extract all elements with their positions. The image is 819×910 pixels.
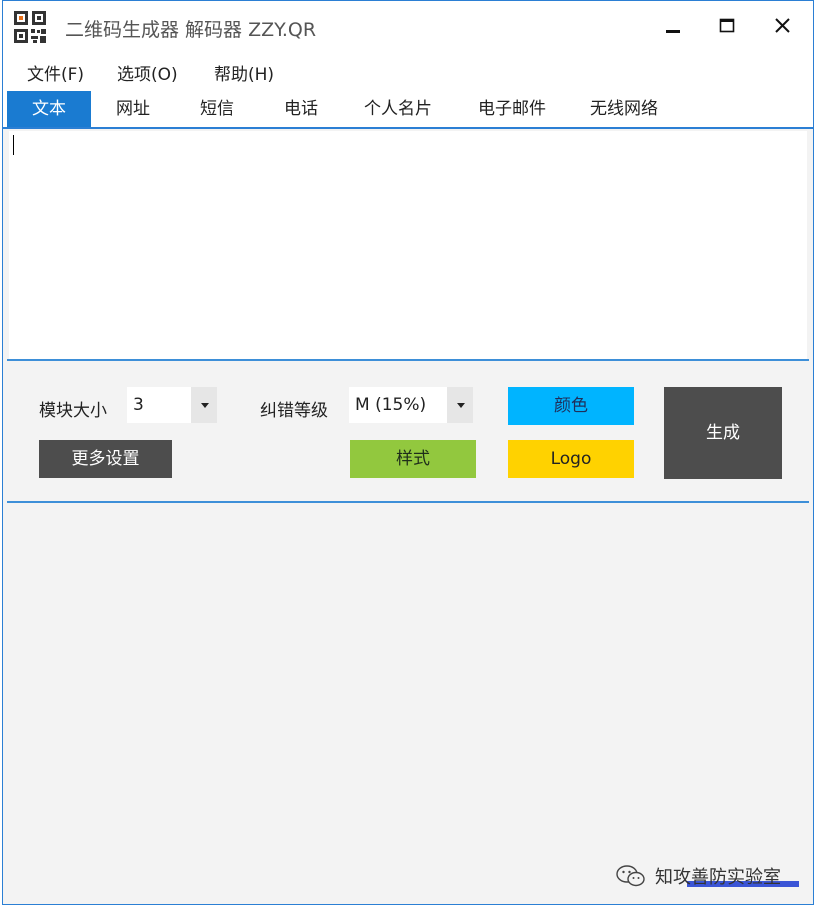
logo-button[interactable]: Logo bbox=[508, 440, 634, 478]
module-size-label: 模块大小 bbox=[39, 401, 107, 421]
divider-top bbox=[7, 359, 809, 361]
divider-bottom bbox=[7, 501, 809, 503]
color-button[interactable]: 颜色 bbox=[508, 387, 634, 425]
tab-text[interactable]: 文本 bbox=[7, 91, 91, 127]
error-level-value: M (15%) bbox=[355, 395, 427, 415]
more-settings-button[interactable]: 更多设置 bbox=[39, 440, 172, 478]
module-size-select[interactable]: 3 bbox=[127, 387, 217, 423]
tab-business-card[interactable]: 个人名片 bbox=[353, 91, 443, 127]
tab-wifi[interactable]: 无线网络 bbox=[579, 91, 669, 127]
menu-bar: 文件(F) 选项(O) 帮助(H) bbox=[3, 51, 813, 91]
window-title: 二维码生成器 解码器 ZZY.QR bbox=[65, 19, 317, 41]
tab-url[interactable]: 网址 bbox=[101, 91, 165, 127]
text-caret bbox=[13, 135, 14, 155]
tab-sms[interactable]: 短信 bbox=[185, 91, 249, 127]
menu-file[interactable]: 文件(F) bbox=[27, 60, 84, 85]
watermark-text: 知攻善防实验室 bbox=[655, 867, 781, 888]
style-button[interactable]: 样式 bbox=[350, 440, 476, 478]
maximize-icon[interactable] bbox=[709, 11, 745, 41]
qr-code-icon bbox=[13, 10, 47, 44]
chevron-down-icon[interactable] bbox=[447, 387, 473, 423]
tab-bar: 文本 网址 短信 电话 个人名片 电子邮件 无线网络 bbox=[3, 91, 813, 129]
module-size-value: 3 bbox=[133, 395, 144, 415]
tab-email[interactable]: 电子邮件 bbox=[467, 91, 557, 127]
watermark: 知攻善防实验室 bbox=[615, 863, 805, 889]
chevron-down-icon[interactable] bbox=[191, 387, 217, 423]
menu-help[interactable]: 帮助(H) bbox=[214, 60, 274, 85]
tab-phone[interactable]: 电话 bbox=[269, 91, 333, 127]
error-level-label: 纠错等级 bbox=[260, 401, 328, 421]
minimize-icon[interactable] bbox=[655, 11, 691, 41]
generate-button[interactable]: 生成 bbox=[664, 387, 782, 479]
content-text-input[interactable] bbox=[9, 131, 807, 359]
error-level-select[interactable]: M (15%) bbox=[349, 387, 473, 423]
close-icon[interactable] bbox=[765, 11, 801, 41]
app-window: 二维码生成器 解码器 ZZY.QR 文件(F) 选项(O) 帮助(H) 文本 网… bbox=[2, 0, 814, 905]
title-bar[interactable]: 二维码生成器 解码器 ZZY.QR bbox=[3, 1, 813, 51]
wechat-icon bbox=[616, 865, 645, 887]
menu-options[interactable]: 选项(O) bbox=[117, 60, 178, 85]
